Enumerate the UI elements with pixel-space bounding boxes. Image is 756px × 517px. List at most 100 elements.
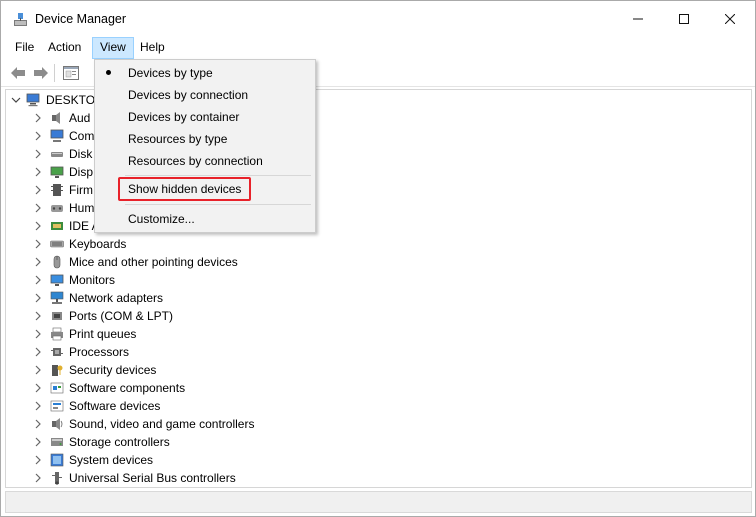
tree-category-row[interactable]: Storage controllers [6,433,751,451]
expand-chevron-icon[interactable] [32,454,44,466]
hid-icon [51,205,63,212]
tree-category-row[interactable]: Print queues [6,325,751,343]
highlight-annotation-box [118,177,251,201]
menu-separator [125,204,311,205]
status-bar [5,491,752,513]
title-bar: Device Manager [1,1,755,37]
tree-category-row[interactable]: Processors [6,343,751,361]
tree-category-row[interactable]: Mice and other pointing devices [6,253,751,271]
tree-category-row[interactable]: Monitors [6,271,751,289]
tree-category-label: Aud [69,111,91,125]
expand-chevron-icon[interactable] [32,256,44,268]
expand-chevron-icon[interactable] [32,418,44,430]
computer-icon [26,93,40,107]
expand-chevron-icon[interactable] [32,202,44,214]
firmware-icon [51,184,63,196]
computer-icon [50,129,64,142]
tree-category-row[interactable]: Sound, video and game controllers [6,415,751,433]
tree-category-row[interactable]: Ports (COM & LPT) [6,307,751,325]
expand-chevron-icon[interactable] [32,166,44,178]
menu-item-label: Customize... [128,212,195,226]
menu-item-resources-by-type[interactable]: Resources by type [97,128,313,150]
forward-button[interactable] [30,62,52,84]
tree-category-label: Ports (COM & LPT) [69,309,174,323]
collapse-chevron-icon[interactable] [10,94,22,106]
back-button[interactable] [7,62,29,84]
close-icon [725,14,735,24]
network-icon [50,291,64,304]
tree-category-row[interactable]: Software components [6,379,751,397]
properties-button[interactable] [60,62,82,84]
expand-chevron-icon[interactable] [32,238,44,250]
menu-help[interactable]: Help [133,37,172,59]
menu-view[interactable]: View [92,37,134,59]
maximize-button[interactable] [661,1,707,37]
expand-chevron-icon[interactable] [32,382,44,394]
expand-chevron-icon[interactable] [32,364,44,376]
expand-chevron-icon[interactable] [32,292,44,304]
expand-chevron-icon[interactable] [32,112,44,124]
audio-icon [52,112,60,124]
tree-root-label: DESKTO [46,93,96,107]
menu-item-devices-by-container[interactable]: Devices by container [97,106,313,128]
tree-category-label: Sound, video and game controllers [69,417,255,431]
expand-chevron-icon[interactable] [32,400,44,412]
expand-chevron-icon[interactable] [32,220,44,232]
tree-category-label: Com [69,129,95,143]
tree-category-label: Software components [69,381,186,395]
processor-icon [51,348,63,356]
close-button[interactable] [707,1,753,37]
tree-category-row[interactable]: Universal Serial Bus controllers [6,469,751,487]
tree-category-label: Keyboards [69,237,127,251]
properties-icon [63,66,79,80]
tree-category-label: Universal Serial Bus controllers [69,471,236,485]
expand-chevron-icon[interactable] [32,184,44,196]
tree-category-label: Network adapters [69,291,164,305]
tree-category-row[interactable]: System devices [6,451,751,469]
tree-category-label: Print queues [69,327,137,341]
tree-category-label: Software devices [69,399,161,413]
menu-item-label: Resources by connection [128,154,263,168]
menu-action[interactable]: Action [41,37,88,59]
minimize-button[interactable] [615,1,661,37]
expand-chevron-icon[interactable] [32,310,44,322]
minimize-icon [633,18,643,20]
device-manager-icon [14,13,27,26]
expand-chevron-icon[interactable] [32,472,44,484]
menu-item-label: Devices by container [128,110,240,124]
display-icon [50,166,64,178]
ide-icon [51,222,63,230]
expand-chevron-icon[interactable] [32,328,44,340]
software-device-icon [50,400,64,412]
menu-item-devices-by-connection[interactable]: Devices by connection [97,84,313,106]
selected-bullet-icon [106,70,111,75]
menu-file[interactable]: File [8,37,41,59]
tree-category-row[interactable]: Network adapters [6,289,751,307]
usb-icon [52,472,62,485]
disk-icon [51,152,63,157]
tree-category-label: System devices [69,453,154,467]
maximize-icon [679,14,689,24]
tree-category-label: Storage controllers [69,435,170,449]
system-icon [50,453,64,467]
menu-item-devices-by-type[interactable]: Devices by type [97,62,313,84]
menu-item-label: Devices by connection [128,88,249,102]
menu-item-resources-by-connection[interactable]: Resources by connection [97,150,313,172]
toolbar-separator [54,64,55,82]
device-manager-window: Device Manager File Action View Help DES… [0,0,756,517]
expand-chevron-icon[interactable] [32,130,44,142]
tree-category-row[interactable]: Software devices [6,397,751,415]
expand-chevron-icon[interactable] [32,436,44,448]
tree-category-label: Mice and other pointing devices [69,255,238,269]
tree-category-row[interactable]: Keyboards [6,235,751,253]
mouse-icon [53,255,61,269]
window-title: Device Manager [35,12,127,26]
expand-chevron-icon[interactable] [32,148,44,160]
arrow-right-icon [34,67,48,79]
expand-chevron-icon[interactable] [32,274,44,286]
view-menu-dropdown: Devices by type Devices by connection De… [94,59,316,233]
menu-item-customize[interactable]: Customize... [97,208,313,230]
expand-chevron-icon[interactable] [32,346,44,358]
tree-category-row[interactable]: Security devices [6,361,751,379]
printer-icon [51,327,63,341]
